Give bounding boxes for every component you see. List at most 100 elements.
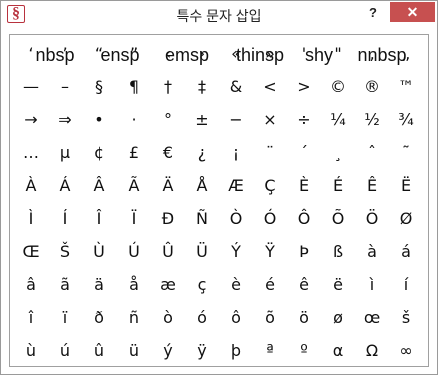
char-cell-r5-c6[interactable]: Ò [219, 206, 253, 232]
char-cell-r1-c5[interactable]: ‡ [185, 74, 219, 100]
char-cell-r9-c6[interactable]: þ [219, 338, 253, 364]
char-cell-r0-c5[interactable]: › [185, 41, 219, 67]
char-cell-r8-c7[interactable]: õ [253, 305, 287, 331]
char-cell-r5-c8[interactable]: Ô [287, 206, 321, 232]
char-cell-r9-c10[interactable]: Ω [355, 338, 389, 364]
char-cell-r0-c4[interactable]: ‹ [151, 41, 185, 67]
char-cell-r0-c11[interactable]: „ [389, 41, 423, 67]
char-cell-r8-c2[interactable]: ð [82, 305, 116, 331]
char-cell-r8-c9[interactable]: ø [321, 305, 355, 331]
char-cell-r0-c8[interactable]: ' [287, 41, 321, 67]
char-cell-r4-c8[interactable]: È [287, 173, 321, 199]
char-cell-r6-c10[interactable]: à [355, 239, 389, 265]
char-cell-r4-c3[interactable]: Ã [117, 173, 151, 199]
char-cell-r7-c5[interactable]: ç [185, 272, 219, 298]
help-button[interactable]: ? [362, 3, 384, 23]
char-cell-r3-c7[interactable]: ¨ [253, 140, 287, 166]
char-cell-r3-c6[interactable]: ¡ [219, 140, 253, 166]
char-cell-r2-c10[interactable]: ½ [355, 107, 389, 133]
char-cell-r8-c4[interactable]: ò [151, 305, 185, 331]
char-cell-r5-c3[interactable]: Ï [117, 206, 151, 232]
char-cell-r0-c6[interactable]: « [219, 41, 253, 67]
char-cell-r5-c11[interactable]: Ø [389, 206, 423, 232]
char-cell-r4-c6[interactable]: Æ [219, 173, 253, 199]
char-cell-r2-c5[interactable]: ± [185, 107, 219, 133]
char-cell-r3-c2[interactable]: ¢ [82, 140, 116, 166]
char-cell-r4-c7[interactable]: Ç [253, 173, 287, 199]
char-cell-r8-c8[interactable]: ö [287, 305, 321, 331]
char-cell-r9-c8[interactable]: º [287, 338, 321, 364]
char-cell-r4-c4[interactable]: Ä [151, 173, 185, 199]
char-cell-r7-c8[interactable]: ê [287, 272, 321, 298]
char-cell-r7-c11[interactable]: í [389, 272, 423, 298]
char-cell-r6-c0[interactable]: Œ [14, 239, 48, 265]
char-cell-r5-c10[interactable]: Ö [355, 206, 389, 232]
char-cell-r1-c1[interactable]: – [48, 74, 82, 100]
char-cell-r1-c0[interactable]: — [14, 74, 48, 100]
char-cell-r5-c7[interactable]: Ó [253, 206, 287, 232]
char-cell-r9-c5[interactable]: ÿ [185, 338, 219, 364]
char-cell-r2-c7[interactable]: × [253, 107, 287, 133]
char-cell-r1-c6[interactable]: & [219, 74, 253, 100]
char-cell-r4-c1[interactable]: Á [48, 173, 82, 199]
char-cell-r6-c8[interactable]: Þ [287, 239, 321, 265]
char-cell-r3-c9[interactable]: ¸ [321, 140, 355, 166]
char-cell-r0-c9[interactable]: " [321, 41, 355, 67]
close-button[interactable]: ✕ [390, 2, 435, 22]
char-cell-r7-c7[interactable]: é [253, 272, 287, 298]
char-cell-r3-c8[interactable]: ´ [287, 140, 321, 166]
char-cell-r8-c10[interactable]: œ [355, 305, 389, 331]
char-cell-r3-c1[interactable]: µ [48, 140, 82, 166]
char-cell-r2-c6[interactable]: − [219, 107, 253, 133]
char-cell-r1-c10[interactable]: ® [355, 74, 389, 100]
char-cell-r7-c9[interactable]: ë [321, 272, 355, 298]
char-cell-r9-c7[interactable]: ª [253, 338, 287, 364]
char-cell-r7-c0[interactable]: â [14, 272, 48, 298]
char-cell-r0-c3[interactable]: ” [117, 41, 151, 67]
char-cell-r4-c0[interactable]: À [14, 173, 48, 199]
char-cell-r2-c3[interactable]: · [117, 107, 151, 133]
char-cell-r7-c1[interactable]: ã [48, 272, 82, 298]
char-cell-r9-c3[interactable]: ü [117, 338, 151, 364]
char-cell-r5-c4[interactable]: Ð [151, 206, 185, 232]
char-cell-r4-c10[interactable]: Ê [355, 173, 389, 199]
char-cell-r3-c11[interactable]: ˜ [389, 140, 423, 166]
char-cell-r1-c8[interactable]: > [287, 74, 321, 100]
char-cell-r6-c2[interactable]: Ù [82, 239, 116, 265]
char-cell-r2-c1[interactable]: ⇒ [48, 107, 82, 133]
char-cell-r2-c8[interactable]: ÷ [287, 107, 321, 133]
char-cell-r1-c2[interactable]: § [82, 74, 116, 100]
char-cell-r9-c1[interactable]: ú [48, 338, 82, 364]
char-cell-r7-c6[interactable]: è [219, 272, 253, 298]
char-cell-r7-c2[interactable]: ä [82, 272, 116, 298]
char-cell-r4-c5[interactable]: Å [185, 173, 219, 199]
char-cell-r6-c5[interactable]: Ü [185, 239, 219, 265]
char-cell-r8-c1[interactable]: ï [48, 305, 82, 331]
char-cell-r8-c0[interactable]: î [14, 305, 48, 331]
char-cell-r4-c2[interactable]: Â [82, 173, 116, 199]
char-cell-r1-c9[interactable]: © [321, 74, 355, 100]
char-cell-r3-c5[interactable]: ¿ [185, 140, 219, 166]
char-cell-r2-c11[interactable]: ¾ [389, 107, 423, 133]
char-cell-r6-c1[interactable]: Š [48, 239, 82, 265]
char-cell-r1-c4[interactable]: † [151, 74, 185, 100]
char-cell-r2-c2[interactable]: • [82, 107, 116, 133]
char-cell-r6-c6[interactable]: Ý [219, 239, 253, 265]
char-cell-r9-c0[interactable]: ù [14, 338, 48, 364]
char-cell-r5-c2[interactable]: Î [82, 206, 116, 232]
char-cell-r5-c0[interactable]: Ì [14, 206, 48, 232]
char-cell-r9-c11[interactable]: ∞ [389, 338, 423, 364]
char-cell-r8-c11[interactable]: š [389, 305, 423, 331]
char-cell-r8-c5[interactable]: ó [185, 305, 219, 331]
char-cell-r1-c11[interactable]: ™ [389, 74, 423, 100]
char-cell-r9-c2[interactable]: û [82, 338, 116, 364]
char-cell-r8-c3[interactable]: ñ [117, 305, 151, 331]
char-cell-r5-c1[interactable]: Í [48, 206, 82, 232]
char-cell-r5-c5[interactable]: Ñ [185, 206, 219, 232]
char-cell-r2-c4[interactable]: ° [151, 107, 185, 133]
char-cell-r1-c3[interactable]: ¶ [117, 74, 151, 100]
char-cell-r6-c3[interactable]: Ú [117, 239, 151, 265]
char-cell-r3-c4[interactable]: € [151, 140, 185, 166]
char-cell-r0-c0[interactable]: ‘ [14, 41, 48, 67]
char-cell-r4-c9[interactable]: É [321, 173, 355, 199]
